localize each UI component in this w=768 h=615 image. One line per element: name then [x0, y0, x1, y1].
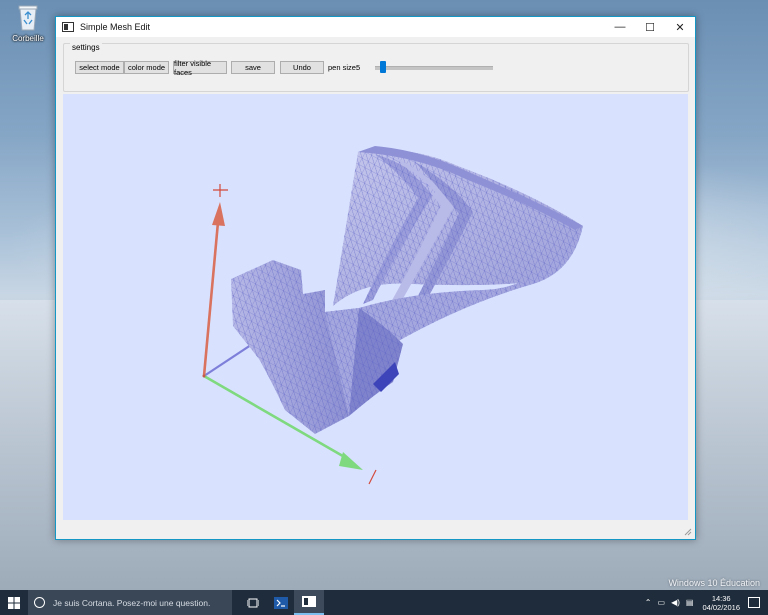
powershell-icon — [274, 596, 288, 609]
select-mode-button[interactable]: select mode — [75, 61, 124, 74]
close-button[interactable]: ✕ — [665, 17, 695, 37]
pen-size-value: 5 — [356, 63, 361, 72]
task-view-button[interactable] — [238, 590, 268, 615]
keyboard-icon[interactable]: ▤ — [686, 598, 694, 607]
mesh-model[interactable] — [231, 146, 583, 434]
volume-icon[interactable]: ◀) — [671, 598, 680, 607]
mesh-canvas[interactable] — [63, 94, 688, 520]
color-mode-button[interactable]: color mode — [124, 61, 169, 74]
system-tray: ⌃ ▭ ◀) ▤ 14:36 04/02/2016 — [642, 590, 768, 615]
axis-origin — [202, 374, 206, 378]
search-placeholder: Je suis Cortana. Posez-moi une question. — [53, 597, 211, 608]
window-title: Simple Mesh Edit — [80, 22, 151, 32]
start-button[interactable] — [0, 590, 28, 615]
title-bar[interactable]: Simple Mesh Edit — ☐ ✕ — [56, 17, 695, 37]
clock-date: 04/02/2016 — [702, 602, 740, 612]
recycle-bin-icon — [16, 3, 40, 31]
save-button[interactable]: save — [231, 61, 275, 74]
pen-size-label: pen size: — [328, 63, 359, 72]
clock-time: 14:36 — [711, 593, 731, 603]
maximize-button[interactable]: ☐ — [635, 17, 665, 37]
settings-group: settings select mode color mode filter v… — [63, 43, 689, 92]
cortana-search-box[interactable]: Je suis Cortana. Posez-moi une question. — [28, 590, 232, 615]
network-icon[interactable]: ▭ — [658, 598, 666, 607]
app-window-icon — [62, 22, 74, 32]
resize-grip-icon[interactable] — [684, 528, 692, 536]
recycle-bin-shortcut[interactable]: Corbeille — [6, 3, 50, 43]
mesh-viewport[interactable] — [63, 94, 688, 520]
axis-up — [202, 184, 228, 377]
taskbar: Je suis Cortana. Posez-moi une question.… — [0, 590, 768, 615]
app-window[interactable]: Simple Mesh Edit — ☐ ✕ settings select m… — [55, 16, 696, 540]
settings-group-title: settings — [70, 43, 102, 52]
windows-logo-icon — [8, 596, 20, 609]
action-center-icon[interactable] — [748, 597, 760, 608]
filter-visible-faces-button[interactable]: filter visible faces — [173, 59, 227, 77]
edition-watermark: Windows 10 Éducation — [668, 578, 760, 588]
taskbar-powershell[interactable] — [268, 590, 294, 615]
app-window-icon — [302, 596, 316, 607]
task-view-icon — [247, 598, 259, 607]
cortana-icon — [34, 597, 45, 608]
show-hidden-icons-icon[interactable]: ⌃ — [645, 598, 652, 607]
pen-size-slider-track[interactable] — [375, 66, 493, 70]
pen-size-slider-handle[interactable] — [379, 61, 386, 73]
recycle-bin-label: Corbeille — [12, 34, 44, 43]
clock[interactable]: 14:36 04/02/2016 — [702, 594, 740, 612]
taskbar-simple-mesh-edit[interactable] — [294, 590, 324, 615]
undo-button[interactable]: Undo — [280, 61, 324, 74]
minimize-button[interactable]: — — [605, 17, 635, 37]
